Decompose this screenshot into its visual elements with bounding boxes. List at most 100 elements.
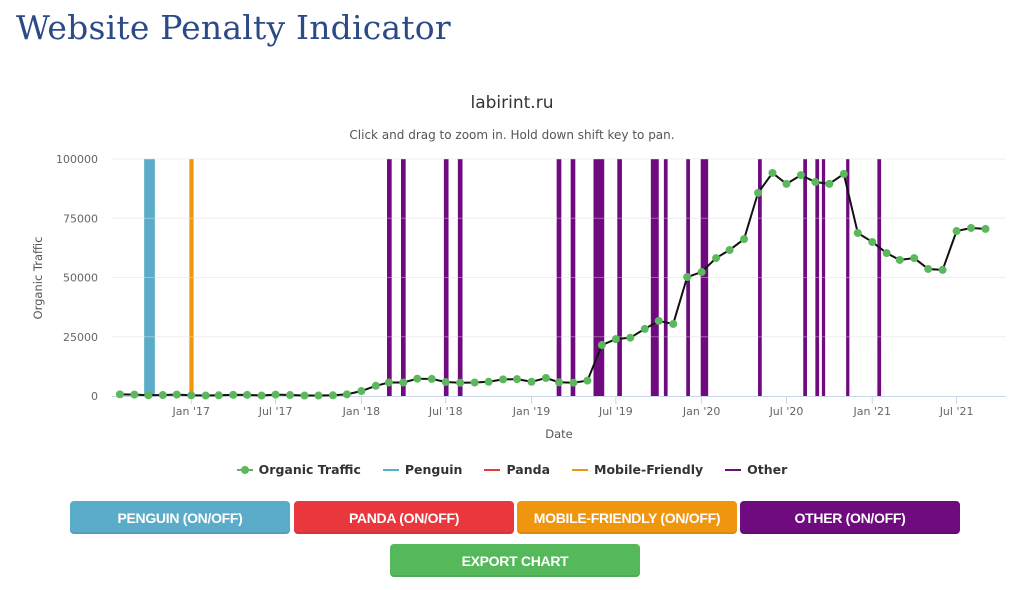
organic-traffic-series [115, 168, 990, 400]
organic-traffic-point [569, 378, 578, 387]
organic-traffic-point [811, 177, 820, 186]
legend-panda-line-icon [484, 465, 501, 475]
x-axis-title: Date [545, 427, 573, 441]
organic-traffic-point [938, 265, 947, 274]
organic-traffic-point [513, 375, 522, 384]
chart-legend: Organic Traffic Penguin Panda Mobile-Fri… [0, 462, 1024, 477]
organic-traffic-point [271, 390, 280, 399]
panda-toggle-button[interactable]: PANDA (ON/OFF) [294, 501, 514, 534]
y-tick-label: 100000 [56, 153, 98, 166]
organic-traffic-point [868, 237, 877, 246]
legend-label: Panda [506, 462, 551, 477]
organic-traffic-point [895, 255, 904, 264]
x-tick-label: Jan '21 [852, 405, 890, 418]
chart-plot-area[interactable]: 0 25000 50000 75000 100000 Jan '17 Jul '17 Jan… [0, 0, 1024, 460]
legend-item-penguin[interactable]: Penguin [382, 462, 463, 477]
organic-traffic-point [882, 249, 891, 258]
organic-traffic-point [229, 390, 238, 399]
x-tick-label: Jan '18 [342, 405, 380, 418]
organic-traffic-point [669, 319, 678, 328]
export-chart-button[interactable]: EXPORT CHART [390, 544, 640, 577]
organic-traffic-point [640, 324, 649, 333]
penguin-toggle-button[interactable]: PENGUIN (ON/OFF) [70, 501, 290, 534]
organic-traffic-point [427, 374, 436, 383]
organic-traffic-point [541, 373, 550, 382]
x-tick-label: Jan '19 [512, 405, 550, 418]
legend-item-organic-traffic[interactable]: Organic Traffic [236, 462, 361, 477]
mobile-friendly-toggle-button[interactable]: MOBILE-FRIENDLY (ON/OFF) [517, 501, 737, 534]
legend-item-mobile-friendly[interactable]: Mobile-Friendly [572, 462, 703, 477]
organic-traffic-point [399, 378, 408, 387]
organic-traffic-point [314, 391, 323, 400]
organic-traffic-point [725, 246, 734, 255]
organic-traffic-point [754, 188, 763, 197]
x-tick-label: Jul '20 [769, 405, 804, 418]
organic-traffic-point [697, 268, 706, 277]
y-tick-label: 0 [91, 390, 98, 403]
legend-label: Penguin [404, 462, 463, 477]
organic-traffic-point [144, 391, 153, 400]
organic-traffic-point [130, 390, 139, 399]
organic-traffic-point [300, 391, 309, 400]
y-tick-label: 50000 [63, 272, 98, 285]
organic-traffic-line [119, 171, 986, 397]
organic-traffic-point [967, 223, 976, 232]
organic-traffic-point [115, 390, 124, 399]
x-tick-label: Jan '17 [171, 405, 209, 418]
organic-traffic-point [456, 378, 465, 387]
y-tick-label: 25000 [63, 331, 98, 344]
organic-traffic-point [825, 179, 834, 188]
y-axis-ticks: 0 25000 50000 75000 100000 [56, 153, 98, 403]
organic-traffic-point [441, 378, 450, 387]
organic-traffic-point [712, 254, 721, 263]
y-tick-label: 75000 [63, 212, 98, 225]
organic-traffic-point [740, 235, 749, 244]
organic-traffic-point [555, 378, 563, 387]
organic-traffic-point [158, 391, 167, 400]
organic-traffic-point [172, 390, 181, 399]
legend-label: Other [747, 462, 788, 477]
x-tick-label: Jan '20 [682, 405, 720, 418]
organic-traffic-point [201, 391, 210, 400]
organic-traffic-point [924, 264, 933, 273]
organic-traffic-point [952, 227, 961, 236]
organic-traffic-point [683, 273, 692, 282]
organic-traffic-point [470, 378, 479, 387]
organic-traffic-point [597, 341, 606, 350]
penalty-events [112, 158, 1006, 396]
organic-traffic-point [499, 375, 508, 384]
legend-other-line-icon [725, 465, 742, 475]
legend-item-panda[interactable]: Panda [484, 462, 550, 477]
legend-label: Organic Traffic [258, 462, 361, 477]
organic-traffic-point [384, 378, 393, 387]
x-tick-label: Jul '21 [939, 405, 974, 418]
other-toggle-button[interactable]: OTHER (ON/OFF) [740, 501, 960, 534]
organic-traffic-point [243, 390, 252, 399]
organic-traffic-point [357, 387, 366, 396]
organic-traffic-point [484, 377, 493, 386]
organic-traffic-point [611, 335, 620, 344]
organic-traffic-point [257, 391, 266, 400]
organic-traffic-point [342, 390, 351, 399]
legend-penguin-line-icon [382, 465, 399, 475]
organic-traffic-point [583, 376, 592, 385]
organic-traffic-point [626, 333, 635, 342]
organic-traffic-point [286, 391, 295, 400]
legend-item-other[interactable]: Other [725, 462, 787, 477]
x-axis: Jan '17 Jul '17 Jan '18 Jul '18 Jan '19 Jul '… [112, 396, 1006, 418]
organic-traffic-point [371, 381, 380, 390]
legend-organic-marker-icon [236, 465, 253, 475]
y-axis-title: Organic Traffic [31, 237, 45, 320]
organic-traffic-point [413, 374, 422, 383]
organic-traffic-point [853, 228, 862, 237]
organic-traffic-point [187, 391, 196, 400]
organic-traffic-point [910, 254, 919, 263]
legend-mobile-line-icon [572, 465, 589, 475]
organic-traffic-point [214, 391, 223, 400]
organic-traffic-point [796, 171, 805, 180]
organic-traffic-point [768, 168, 777, 177]
organic-traffic-point [839, 169, 848, 178]
organic-traffic-point [981, 224, 990, 233]
organic-traffic-point [527, 377, 536, 386]
x-tick-label: Jul '17 [258, 405, 293, 418]
